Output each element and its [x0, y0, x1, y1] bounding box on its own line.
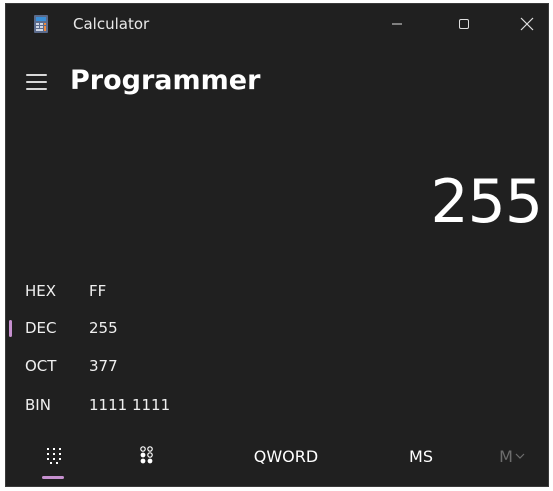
radix-label: HEX	[25, 282, 57, 300]
maximize-icon	[459, 19, 469, 29]
radix-label: DEC	[25, 319, 57, 337]
active-tab-indicator	[42, 476, 64, 479]
minimize-icon	[392, 23, 402, 25]
word-size-button[interactable]: QWORD	[241, 438, 331, 474]
radix-value: 1111 1111	[89, 396, 171, 414]
keypad-grid-icon	[47, 448, 61, 464]
app-title: Calculator	[73, 15, 150, 33]
calculator-app-icon	[34, 15, 48, 33]
title-bar[interactable]: Calculator	[6, 4, 548, 44]
hamburger-menu-icon[interactable]	[26, 70, 50, 94]
radix-value: FF	[89, 282, 107, 300]
radix-row-hex[interactable]: HEX FF	[6, 274, 306, 308]
memory-store-button[interactable]: MS	[401, 438, 441, 474]
memory-recall-label: M	[499, 446, 513, 466]
chevron-down-icon	[515, 453, 525, 459]
radix-label: OCT	[25, 357, 57, 375]
radix-row-oct[interactable]: OCT 377	[6, 349, 306, 383]
bit-toggling-keypad-button[interactable]	[131, 438, 163, 474]
minimize-button[interactable]	[374, 4, 420, 44]
maximize-button[interactable]	[441, 4, 487, 44]
result-display: 255	[430, 167, 543, 237]
close-icon	[520, 17, 534, 31]
radix-value: 255	[89, 319, 118, 337]
radix-row-bin[interactable]: BIN 1111 1111	[6, 388, 306, 422]
radix-row-dec[interactable]: DEC 255	[6, 311, 306, 345]
close-button[interactable]	[504, 4, 548, 44]
radix-label: BIN	[25, 396, 51, 414]
selection-indicator	[9, 320, 12, 337]
calculator-window: Calculator Programmer 255 HEX FF DEC 255…	[5, 3, 549, 487]
page-title: Programmer	[70, 65, 261, 96]
full-keypad-button[interactable]	[38, 438, 70, 474]
bit-toggle-icon	[140, 446, 153, 464]
memory-recall-button[interactable]: M	[492, 438, 532, 474]
radix-value: 377	[89, 357, 118, 375]
